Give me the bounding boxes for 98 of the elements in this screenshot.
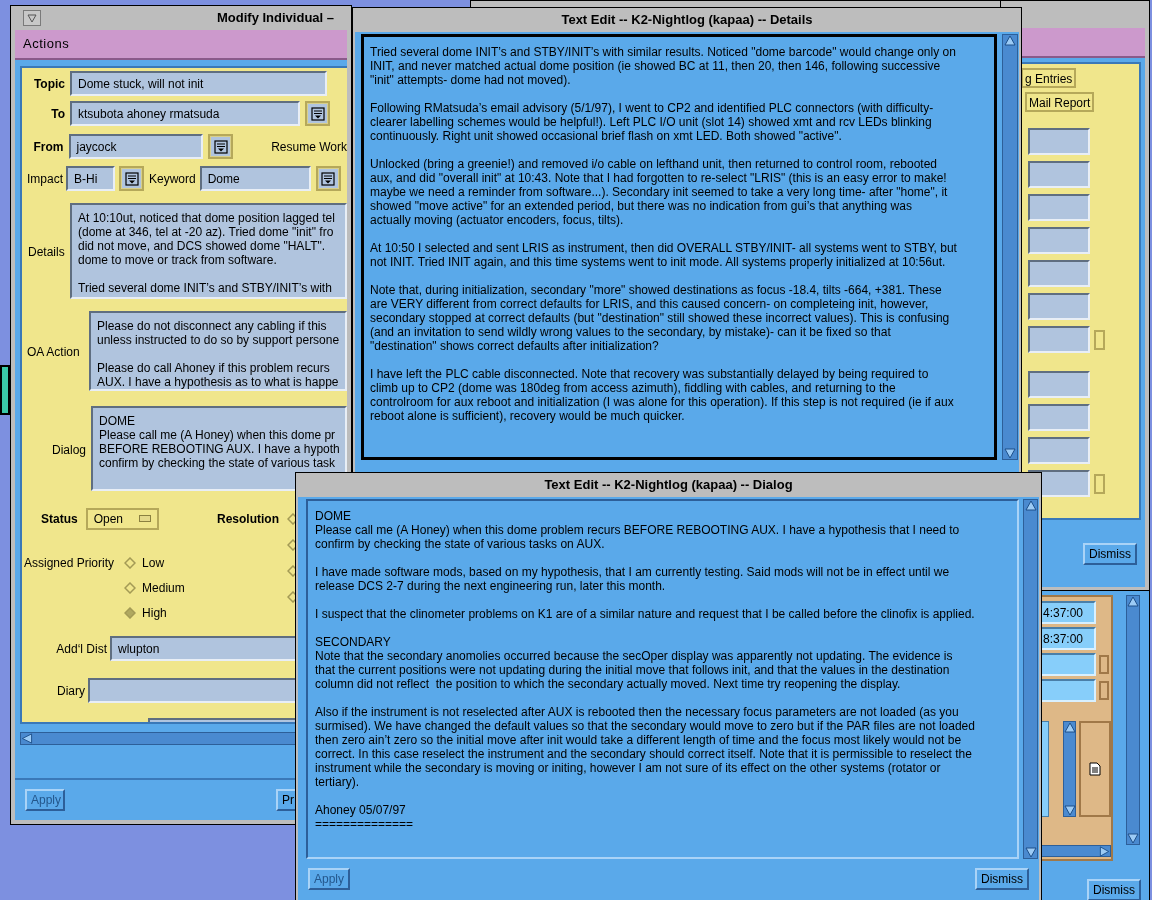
radio-option[interactable]: Medium: [124, 577, 185, 599]
input-field[interactable]: Dome stuck, will not init: [70, 71, 327, 96]
list-button[interactable]: [315, 166, 341, 191]
field-label: Details: [28, 245, 65, 260]
text-paragraph: I suspect that the clinometer problems on K1 are of a similar nature and request that I be called before the clinofix is applied.: [315, 607, 976, 621]
text-paragraph: Ahoney 05/07/97 ==============: [315, 803, 415, 831]
text-paragraph: DOME Please call me (A Honey) when this dome pr BEFORE REBOOTING AUX. I have a hypoth confirm by checking the state of various task: [99, 414, 341, 471]
text-paragraph: At 10:10ut, noticed that dome position lagged tel (dome at 346, tel at -20 az). Tried dome "init" fro did not move, and DCS showed dome "HALT". dome to move or track from software.: [78, 211, 336, 267]
scroll-down-arrow-icon[interactable]: [1004, 448, 1016, 459]
scroll-up-arrow-icon[interactable]: [1024, 500, 1037, 511]
button[interactable]: g Entries: [1021, 68, 1077, 88]
input-field[interactable]: [1028, 161, 1090, 188]
scroll-up-arrow-icon[interactable]: [1063, 722, 1076, 733]
radio-diamond-icon[interactable]: [124, 582, 137, 594]
toggle-button[interactable]: [1094, 473, 1105, 494]
input-field[interactable]: [1028, 194, 1090, 221]
input-field[interactable]: B-Hi: [66, 166, 115, 191]
menu-item[interactable]: Actions: [23, 34, 70, 54]
input-field[interactable]: [1028, 437, 1090, 464]
field-label: Keyword: [149, 170, 196, 188]
radio-option[interactable]: Low: [124, 552, 185, 574]
list-icon: [213, 139, 228, 154]
text-paragraph: Also if the instrument is not reselected after AUX is rebooted then the necessary focus parameters are not loaded (as you surmised). We have changed the default values so that the secondary would move to zero but if the PAR files are not loaded then zero ain’t zero so the initial move after init would take a different length of time and the focus most likely would not be correct. In this case reselect the instrument and the secondary should correct itself. Note that it is permissible to reselect the instrument while the secondary is moving or initing, however I am not sure of its effect on the other systems (rotator or tertiary).: [315, 705, 976, 789]
list-icon: [321, 171, 336, 186]
field-label: Assigned Priority: [24, 555, 115, 572]
vertical-scrollbar[interactable]: [1002, 34, 1018, 460]
text-paragraph: Unlocked (bring a greenie!) and removed i/o cable on lefthand unit, then returned to control room, rebooted aux, and did "overall init" at 10:43. Note that I had forgotten to re-select "LRIS" (this is an easy error to make! maybe we need a reminder from software...). Secondary init seemed to take a very long time- after "home", it showed "move active" for an extended period, but there was no indication from gui’s that anything was actually moving (actuator encoders, focus, tilts).: [370, 157, 949, 227]
field-label: Resolution: [217, 511, 279, 528]
field-label: Impact: [27, 170, 63, 188]
button[interactable]: Mail Report: [1025, 92, 1095, 112]
button: Apply: [25, 789, 65, 811]
list-icon: [310, 106, 325, 121]
scroll-up-arrow-icon[interactable]: [1127, 596, 1139, 607]
toggle-button[interactable]: [1099, 681, 1109, 700]
field-label: Diary: [57, 682, 85, 700]
field-label: Status: [41, 510, 78, 528]
vertical-scrollbar[interactable]: [1023, 499, 1038, 859]
field-label: Topic: [33, 75, 65, 93]
scroll-left-arrow-icon[interactable]: [21, 733, 33, 744]
field-label: From: [33, 138, 64, 156]
vertical-scrollbar[interactable]: [1063, 721, 1076, 817]
scroll-down-arrow-icon[interactable]: [1024, 847, 1037, 858]
text-paragraph: Tried several dome INIT’s and STBY/INIT’s with: [78, 281, 333, 295]
text-paragraph: Please do not disconnect any cabling if this unless instructed to do so by support persone: [97, 319, 341, 348]
input-field[interactable]: [1028, 371, 1090, 398]
field-label: Resume Work: [271, 138, 347, 156]
scroll-up-arrow-icon[interactable]: [1004, 35, 1016, 46]
field-label: OA Action: [27, 345, 80, 360]
input-field[interactable]: Dome: [199, 166, 311, 191]
button[interactable]: Dismiss: [1083, 542, 1137, 565]
scroll-right-arrow-icon[interactable]: [1099, 845, 1110, 857]
window-title: Text Edit -- K2-Nightlog (kapaa) -- Details: [561, 11, 813, 30]
toggle-button[interactable]: [1094, 329, 1105, 350]
text-area[interactable]: [70, 203, 347, 300]
field-label: To: [51, 105, 65, 123]
field-label: Dialog: [52, 442, 87, 457]
input-field[interactable]: [1028, 128, 1090, 155]
text-paragraph: Following RMatsuda’s email advisory (5/1/97), I went to CP2 and identified PLC connectors (with difficulty- clearer labelling schemes would be helpful!). Left PLC I/O unit (slot 14) showed xmt and rcv LEDs blinking continuously. Right unit showed occasional brief flash on xmt LED. Both showed "active".: [370, 101, 935, 143]
list-icon: [124, 171, 139, 186]
scroll-down-arrow-icon[interactable]: [1063, 805, 1076, 816]
text-paragraph: DOME Please call me (A Honey) when this dome problem recurs BEFORE REBOOTING AUX. I have a hypothesis that I need to confirm by checking the state of various tasks on AUX.: [315, 509, 961, 551]
radio-option[interactable]: High: [124, 602, 185, 624]
list-button[interactable]: [305, 101, 330, 126]
input-field[interactable]: [1028, 404, 1090, 431]
text-area[interactable]: [306, 499, 1019, 859]
vertical-scrollbar[interactable]: [1126, 595, 1140, 845]
text-paragraph: I have made software mods, based on my hypothesis, that I am currently testing. Said mods will not be in effect until we release DCS 2-7 during the next engineering run, later this month.: [315, 565, 951, 593]
scroll-down-arrow-icon[interactable]: [1127, 833, 1139, 844]
text-area[interactable]: [361, 34, 997, 460]
triangle-down-icon: [27, 13, 37, 23]
text-paragraph: I have left the PLC cable disconnected. Note that recovery was substantially delayed by being required to climb up to CP2 (dome was 180deg from access azimuth), fiddling with cables, and returning to the controlroom for aux reboot and initialization (I was alone for this operation). If this step is not required (ie if aux reboot alone is sufficient), recovery would be much quicker.: [370, 367, 955, 423]
text-paragraph: Note that, during initialization, secondary "more" showed destinations as focus -18.4, tilts -664, +381. These are VERY different from correct defaults for LRIS, and this caused concern- on completeing init, however, secondary stopped at correct defaults (but "destination" still showed these incorrect values). This is confusing (and an invitation to send wildly wrong values to the secondary, by mistake)- can it be fixed so that "destination" shows correct defaults after initialization?: [370, 283, 951, 353]
button[interactable]: Dismiss: [975, 868, 1029, 890]
text-paragraph: Please do call Ahoney if this problem recurs AUX. I have a hypothesis as to what is happe: [97, 361, 340, 390]
input-field[interactable]: jaycock: [68, 134, 204, 159]
input-field[interactable]: ktsubota ahoney rmatsuda: [70, 101, 300, 126]
text-area[interactable]: DOME Please call me (A Honey) when this dome pr BEFORE REBOOTING AUX. I have a hypoth confirm by checking the state of various task: [91, 406, 347, 491]
input-field[interactable]: [1028, 227, 1090, 254]
button[interactable]: Dismiss: [1087, 879, 1141, 900]
status-dropdown[interactable]: Open: [85, 507, 159, 530]
window-menu-button[interactable]: [23, 10, 41, 26]
list-button[interactable]: [119, 166, 144, 191]
list-button[interactable]: [208, 134, 234, 159]
text-area[interactable]: Please do not disconnect any cabling if this unless instructed to do so by support persone Please do call Ahoney if this problem recurs AUX. I have a hypothesis as to what is happe: [89, 311, 347, 392]
window-title: Modify Individual –: [217, 9, 334, 28]
radio-diamond-icon[interactable]: [124, 557, 137, 569]
document-icon: [1089, 762, 1101, 776]
input-field[interactable]: [1028, 326, 1090, 353]
input-field[interactable]: [1028, 293, 1090, 320]
menu-indicator-icon: [138, 515, 151, 522]
text-paragraph: Tried several dome INIT’s and STBY/INIT’s with similar results. Noticed "dome barcode" would change only on INIT, and never matched actual dome position (ie showed BC at 11, then 20, then 146, following successive "init" attempts- dome had not moved).: [370, 45, 957, 87]
window-title: Text Edit -- K2-Nightlog (kapaa) -- Dialog: [544, 476, 793, 495]
radio-diamond-icon[interactable]: [124, 607, 137, 619]
text-paragraph: At 10:50 I selected and sent LRIS as instrument, then did OVERALL STBY/INIT- all systems went to STBY, but not INIT. Tried INIT again, and this time systems went to init mode. All systems properly initialized at 10:56ut.: [370, 241, 958, 269]
input-field[interactable]: [1028, 260, 1090, 287]
button: Apply: [308, 868, 351, 890]
field-label: Add‘l Dist: [56, 640, 107, 658]
toggle-button[interactable]: [1099, 655, 1109, 674]
